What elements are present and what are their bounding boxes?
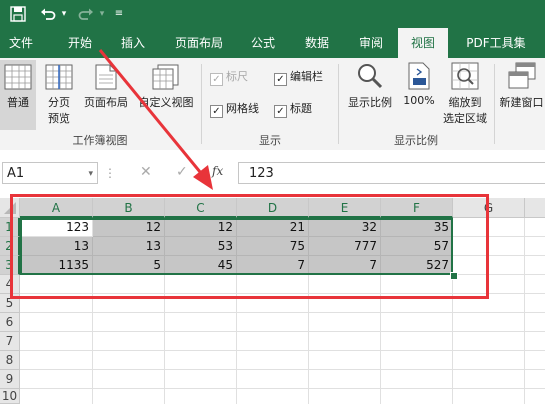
annotation-red-arrow — [98, 49, 213, 190]
